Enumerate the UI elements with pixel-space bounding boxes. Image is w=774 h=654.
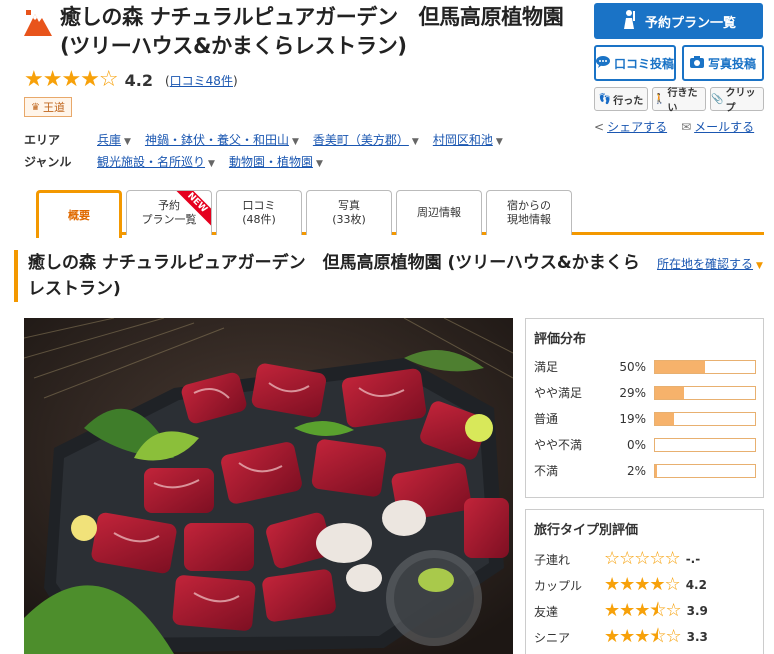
area-row: エリア 兵庫 ▼ 神鍋・鉢伏・養父・和田山 ▼ 香美町（美方郡） ▼ 村岡区和池 ▼ bbox=[24, 131, 517, 148]
area-link-4[interactable]: 村岡区和池 ▼ bbox=[433, 131, 503, 148]
share-icon: < bbox=[594, 119, 605, 134]
camera-icon bbox=[689, 55, 704, 71]
distribution-row: やや満足 29% bbox=[534, 384, 756, 401]
travel-type-panel: 旅行タイプ別評価 子連れ ☆☆☆☆☆ -.- カップル ★★★★☆ 4.2 友達 ★★★⯪☆ 3… bbox=[525, 509, 764, 654]
tab-photos[interactable]: 写真 (33枚) bbox=[306, 190, 392, 235]
area-link-2[interactable]: 神鍋・鉢伏・養父・和田山 ▼ bbox=[145, 131, 299, 148]
area-link-1[interactable]: 兵庫 ▼ bbox=[97, 131, 131, 148]
mail-link[interactable]: メールする bbox=[694, 118, 754, 135]
genre-label: ジャンル bbox=[24, 155, 72, 169]
review-post-label: 口コミ投稿 bbox=[614, 56, 675, 71]
travel-type-label: 友達 bbox=[534, 604, 559, 619]
travel-type-stars-icon: ★★★★☆ bbox=[604, 574, 681, 595]
tab-reviews[interactable]: 口コミ (48件) bbox=[216, 190, 302, 235]
travel-type-score: 3.3 bbox=[686, 630, 708, 644]
rating-value: 4.2 bbox=[124, 70, 153, 90]
photo-post-label: 写真投稿 bbox=[707, 56, 756, 71]
mountain-logo-icon bbox=[22, 6, 54, 38]
travel-type-score: 4.2 bbox=[685, 578, 707, 592]
distribution-percent: 29% bbox=[619, 385, 646, 400]
rating-summary: ★★★★☆ 4.2 (口コミ48件) bbox=[24, 69, 238, 91]
caret-down-icon: ▼ bbox=[124, 137, 131, 147]
page-title: 癒しの森 ナチュラルピュアガーデン 但馬高原植物園 (ツリーハウス&かまくらレス… bbox=[60, 5, 564, 58]
badge-label: 王道 bbox=[42, 101, 65, 114]
travel-type-label: 子連れ bbox=[534, 552, 571, 567]
distribution-row: 普通 19% bbox=[534, 410, 756, 427]
travel-type-row: シニア ★★★⯪☆ 3.3 bbox=[534, 628, 708, 646]
distribution-percent: 19% bbox=[619, 411, 646, 426]
person-icon bbox=[621, 9, 637, 33]
travel-type-row: カップル ★★★★☆ 4.2 bbox=[534, 576, 707, 594]
distribution-percent: 50% bbox=[619, 359, 646, 374]
rating-distribution-panel: 評価分布 満足 50% やや満足 29% 普通 19% やや不満 0% 不満 2% bbox=[525, 318, 764, 498]
location-link[interactable]: 所在地を確認する ▼ bbox=[657, 255, 763, 272]
travel-type-row: 子連れ ☆☆☆☆☆ -.- bbox=[534, 550, 700, 568]
tab-bar: 概要 予約 プラン一覧 NEW 口コミ (48件) 写真 (33枚) 周辺情報 … bbox=[36, 190, 764, 238]
section-title: 癒しの森 ナチュラルピュアガーデン 但馬高原植物園 (ツリーハウス&かまくらレス… bbox=[14, 250, 644, 302]
distribution-label: 不満 bbox=[534, 464, 559, 478]
badge-icon: ♛ bbox=[31, 101, 40, 113]
walking-icon: 🚶 bbox=[653, 93, 666, 105]
distribution-label: やや満足 bbox=[534, 386, 583, 400]
speech-bubble-icon bbox=[596, 55, 610, 71]
distribution-percent: 2% bbox=[626, 463, 646, 478]
went-button[interactable]: 👣 行った bbox=[594, 87, 648, 111]
travel-type-stars-icon: ☆☆☆☆☆ bbox=[604, 548, 681, 569]
ouдо-badge: ♛ 王道 bbox=[24, 97, 72, 117]
clip-button[interactable]: 📎 クリップ bbox=[710, 87, 764, 114]
travel-type-label: カップル bbox=[534, 578, 583, 593]
area-label: エリア bbox=[24, 133, 61, 147]
distribution-bar-fill bbox=[655, 360, 705, 373]
caret-down-icon: ▼ bbox=[208, 159, 215, 169]
distribution-label: やや不満 bbox=[534, 438, 583, 452]
plan-list-label: 予約プラン一覧 bbox=[644, 15, 736, 31]
distribution-row: やや不満 0% bbox=[534, 436, 756, 453]
genre-link-2[interactable]: 動物園・植物園 ▼ bbox=[229, 153, 323, 170]
distribution-bar bbox=[654, 437, 756, 452]
distribution-bar bbox=[654, 463, 756, 478]
tab-overview[interactable]: 概要 bbox=[36, 190, 122, 238]
distribution-bar-fill bbox=[655, 386, 684, 399]
caret-down-icon: ▼ bbox=[495, 137, 503, 147]
tab-plans[interactable]: 予約 プラン一覧 NEW bbox=[126, 190, 212, 235]
genre-link-1[interactable]: 観光施設・名所巡り ▼ bbox=[97, 153, 215, 170]
distribution-title: 評価分布 bbox=[534, 332, 587, 347]
rating-stars-icon: ★★★★☆ bbox=[24, 67, 119, 92]
distribution-label: 普通 bbox=[534, 412, 559, 426]
tab-nearby[interactable]: 周辺情報 bbox=[396, 190, 482, 235]
distribution-bar bbox=[654, 359, 756, 374]
distribution-row: 満足 50% bbox=[534, 358, 756, 375]
mail-icon: ✉ bbox=[681, 119, 692, 134]
travel-type-stars-icon: ★★★⯪☆ bbox=[604, 626, 682, 647]
review-count-link[interactable]: (口コミ48件) bbox=[165, 72, 238, 89]
want-to-go-button[interactable]: 🚶 行きたい bbox=[652, 87, 706, 114]
paperclip-icon: 📎 bbox=[711, 93, 724, 105]
area-link-3[interactable]: 香美町（美方郡） ▼ bbox=[313, 131, 419, 148]
share-link[interactable]: シェアする bbox=[607, 118, 667, 135]
travel-type-title: 旅行タイプ別評価 bbox=[534, 523, 639, 538]
caret-down-icon: ▼ bbox=[411, 137, 419, 147]
travel-type-stars-icon: ★★★⯪☆ bbox=[604, 600, 682, 621]
caret-down-icon: ▼ bbox=[315, 159, 323, 169]
share-row: < シェアする ✉ メールする bbox=[594, 118, 754, 135]
distribution-bar-fill bbox=[655, 412, 674, 425]
travel-type-score: 3.9 bbox=[686, 604, 708, 618]
distribution-bar bbox=[654, 385, 756, 400]
footprint-icon: 👣 bbox=[598, 93, 612, 105]
genre-row: ジャンル 観光施設・名所巡り ▼ 動物園・植物園 ▼ bbox=[24, 153, 337, 170]
distribution-row: 不満 2% bbox=[534, 462, 756, 479]
plan-list-button[interactable]: 予約プラン一覧 bbox=[594, 3, 763, 39]
distribution-bar-fill bbox=[655, 464, 657, 477]
distribution-label: 満足 bbox=[534, 360, 559, 374]
review-post-button[interactable]: 口コミ投稿 bbox=[594, 45, 676, 81]
distribution-bar bbox=[654, 411, 756, 426]
caret-down-icon: ▼ bbox=[291, 137, 299, 147]
travel-type-score: -.- bbox=[685, 552, 701, 566]
travel-type-row: 友達 ★★★⯪☆ 3.9 bbox=[534, 602, 708, 620]
tab-inn-info[interactable]: 宿からの 現地情報 bbox=[486, 190, 572, 235]
photo-post-button[interactable]: 写真投稿 bbox=[682, 45, 764, 81]
main-photo[interactable] bbox=[24, 318, 513, 654]
distribution-percent: 0% bbox=[626, 437, 646, 452]
travel-type-label: シニア bbox=[534, 630, 571, 645]
